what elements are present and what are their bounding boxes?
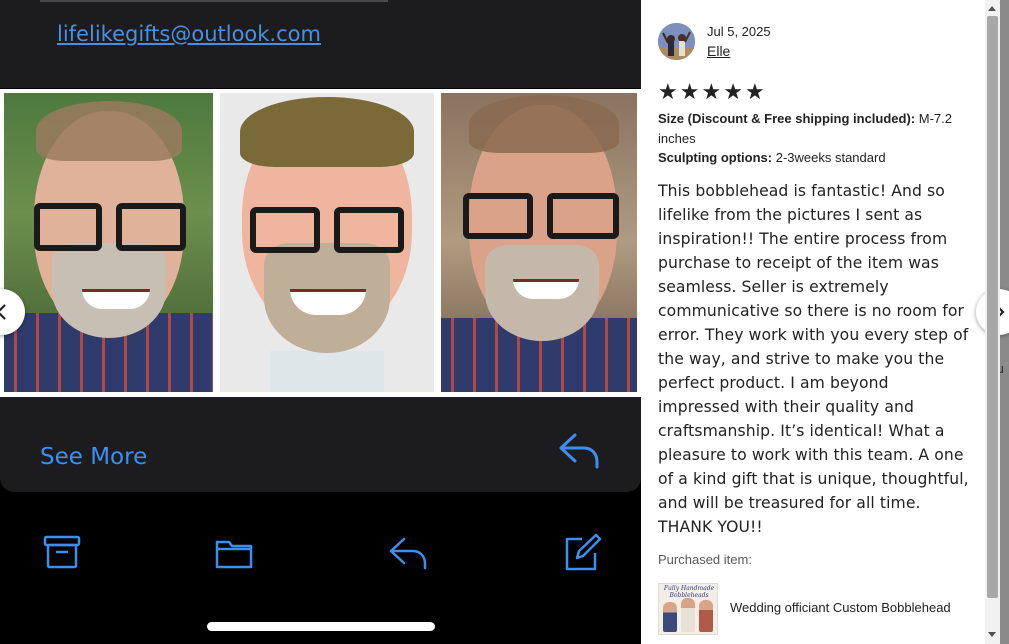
star-icon: ★: [679, 80, 700, 105]
size-label: Size (Discount & Free shipping included)…: [658, 111, 916, 126]
avatar[interactable]: [658, 23, 695, 60]
divider: [40, 0, 388, 2]
scrollbar-thumb[interactable]: [987, 16, 998, 598]
archive-icon: [43, 535, 81, 569]
star-icon: ★: [723, 80, 743, 105]
scroll-down-icon[interactable]: [988, 632, 996, 637]
purchased-item-title-link[interactable]: Wedding officiant Custom Bobblehead: [730, 600, 968, 615]
folder-icon: [215, 540, 253, 569]
scroll-up-icon[interactable]: [988, 6, 996, 11]
purchased-item-label: Purchased item:: [658, 552, 752, 567]
email-link: lifelikegifts@outlook.com: [57, 22, 321, 46]
avatar-image: [658, 23, 695, 60]
star-rating: ★ ★ ★ ★ ★: [658, 82, 765, 104]
reply-icon: [559, 433, 599, 469]
purchased-item-thumbnail[interactable]: Fully Handmade Bobbleheads: [658, 583, 718, 635]
sculpting-label: Sculpting options:: [658, 150, 773, 165]
star-icon: ★: [701, 80, 722, 105]
review-body: This bobblehead is fantastic! And so lif…: [658, 182, 969, 536]
review-lightbox: y ou lifelikegifts@outlook.com: [0, 0, 1009, 644]
review-date: Jul 5, 2025: [707, 24, 771, 39]
reply-icon: [389, 537, 427, 570]
review-panel: Jul 5, 2025 Elle ★ ★ ★ ★ ★ Size (Discoun…: [641, 0, 985, 644]
chevron-left-icon: [0, 304, 6, 320]
star-icon: ★: [744, 80, 765, 105]
customer-photo: [441, 93, 637, 392]
star-icon: ★: [658, 80, 678, 105]
thumbnail-caption: Fully Handmade Bobbleheads: [663, 585, 715, 599]
size-variation: Size (Discount & Free shipping included)…: [658, 109, 958, 149]
comparison-images: [0, 89, 641, 397]
bobblehead-photo: [220, 93, 434, 392]
reviewer-name-link[interactable]: Elle: [707, 43, 730, 59]
customer-photo: [4, 93, 213, 392]
see-more-link: See More: [40, 444, 148, 470]
review-photo: lifelikegifts@outlook.com See More: [0, 0, 641, 644]
review-scrollbar[interactable]: [985, 0, 1000, 644]
sculpting-value: 2-3weeks standard: [775, 150, 886, 165]
compose-icon: [565, 533, 602, 571]
sculpting-variation: Sculpting options: 2-3weeks standard: [658, 148, 958, 168]
home-indicator: [207, 622, 435, 631]
